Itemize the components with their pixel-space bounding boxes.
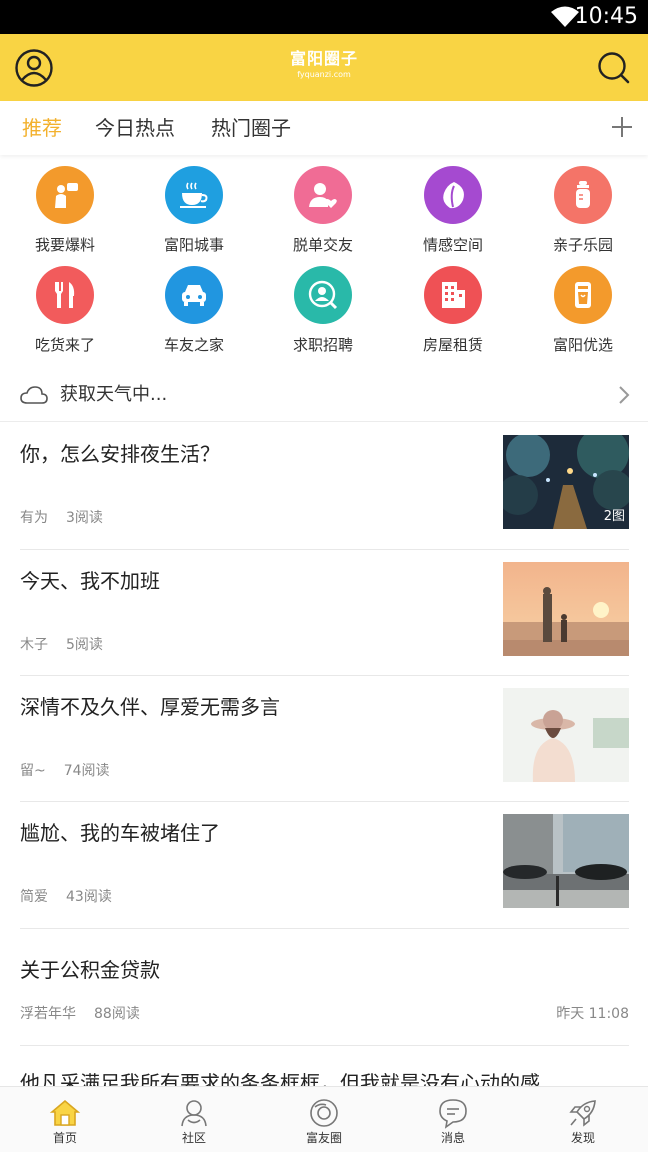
friends-circle-icon [310, 1099, 338, 1127]
category-label: 亲子乐园 [552, 236, 613, 254]
feed-title: 你，怎么安排夜生活？ [20, 442, 220, 466]
baby-bottle-icon [554, 166, 612, 224]
nav-friends-circle[interactable]: 富友圈 [259, 1087, 389, 1152]
feed-item[interactable]: 今天、我不加班 木子 5阅读 [20, 550, 629, 676]
feed-reads: 3阅读 [66, 510, 103, 526]
category-label: 我要爆料 [34, 236, 95, 254]
tab-recommend[interactable]: 推荐 [22, 114, 62, 142]
feed-meta: 简爱 43阅读 [20, 887, 112, 907]
feed-title: 尴尬、我的车被堵住了 [20, 821, 220, 845]
feed-author: 有为 [20, 510, 48, 526]
nav-label: 首页 [52, 1131, 77, 1145]
feed-item[interactable]: 深情不及久伴、厚爱无需多言 留~ 74阅读 [20, 676, 629, 802]
leaf-icon [424, 166, 482, 224]
nav-label: 社区 [181, 1131, 206, 1145]
message-icon [439, 1099, 467, 1129]
feed-meta: 浮若年华 88阅读 [20, 1004, 140, 1024]
app-logo: 富阳圈子 fyquanzi.com [274, 48, 374, 80]
category-parenting[interactable]: 亲子乐园 [518, 166, 648, 255]
weather-text: 获取天气中... [60, 384, 168, 405]
feed-title: 今天、我不加班 [20, 569, 160, 593]
feed-item[interactable]: 关于公积金贷款 浮若年华 88阅读 昨天 11:08 [20, 929, 629, 1046]
status-time: 10:45 [574, 4, 638, 29]
category-label: 富阳城事 [163, 236, 224, 254]
feed-thumbnail: 2图 [503, 435, 629, 529]
feed-thumbnail [503, 814, 629, 908]
feed-reads: 88阅读 [94, 1006, 140, 1022]
category-tabs: 推荐 今日热点 热门圈子 [0, 101, 648, 155]
nav-home[interactable]: 首页 [0, 1087, 130, 1152]
category-rental[interactable]: 房屋租赁 [388, 266, 518, 355]
bottom-nav: 首页 社区 富友圈 消息 发现 [0, 1086, 648, 1152]
category-selection[interactable]: 富阳优选 [518, 266, 648, 355]
feed-item-partial[interactable]: 他凡采满足我所有要求的条条框框，但我就是没有心动的感 [20, 1068, 640, 1086]
chevron-right-icon [619, 386, 630, 404]
nav-community[interactable]: 社区 [129, 1087, 259, 1152]
category-dating[interactable]: 脱单交友 [258, 166, 388, 255]
shopping-cup-icon [554, 266, 612, 324]
feed-thumbnail [503, 562, 629, 656]
community-icon [181, 1100, 207, 1127]
feed-meta: 有为 3阅读 [20, 508, 103, 528]
app-header: 富阳圈子 fyquanzi.com [0, 34, 648, 101]
add-tab-icon[interactable] [610, 115, 634, 139]
job-search-icon [294, 266, 352, 324]
category-label: 脱单交友 [292, 236, 353, 254]
category-label: 房屋租赁 [422, 336, 483, 354]
search-icon[interactable] [596, 48, 632, 88]
feed-reads: 43阅读 [66, 889, 112, 905]
status-bar: 10:45 [0, 0, 648, 34]
feed-title: 关于公积金贷款 [20, 958, 160, 982]
category-emotion[interactable]: 情感空间 [388, 166, 518, 255]
coffee-cup-icon [165, 166, 223, 224]
weather-bar[interactable]: 获取天气中... [0, 370, 648, 422]
category-label: 情感空间 [422, 236, 483, 254]
nav-messages[interactable]: 消息 [388, 1087, 518, 1152]
feed-reads: 5阅读 [66, 637, 103, 653]
category-label: 吃货来了 [34, 336, 95, 354]
category-report[interactable]: 我要爆料 [0, 166, 130, 255]
nav-discover[interactable]: 发现 [518, 1087, 648, 1152]
category-jobs[interactable]: 求职招聘 [258, 266, 388, 355]
feed-title: 他凡采满足我所有要求的条条框框，但我就是没有心动的感 [20, 1071, 540, 1086]
car-icon [165, 266, 223, 324]
tab-hot-circles[interactable]: 热门圈子 [211, 114, 291, 142]
logo-text: 富阳圈子 [289, 49, 358, 68]
category-label: 车友之家 [163, 336, 224, 354]
logo-url: fyquanzi.com [297, 70, 351, 79]
feed-author: 浮若年华 [20, 1006, 76, 1022]
feed-thumbnail [503, 688, 629, 782]
nav-label: 消息 [440, 1131, 465, 1145]
feed-item[interactable]: 尴尬、我的车被堵住了 简爱 43阅读 [20, 802, 629, 929]
home-icon [49, 1099, 81, 1126]
rocket-icon [569, 1100, 596, 1127]
feed-time: 昨天 11:08 [556, 1006, 629, 1022]
tab-today-hot[interactable]: 今日热点 [95, 114, 175, 142]
user-avatar-icon[interactable] [14, 48, 54, 88]
category-city-news[interactable]: 富阳城事 [129, 166, 259, 255]
category-car-club[interactable]: 车友之家 [129, 266, 259, 355]
feed-author: 简爱 [20, 889, 48, 905]
building-icon [424, 266, 482, 324]
category-label: 求职招聘 [292, 336, 353, 354]
category-label: 富阳优选 [552, 336, 613, 354]
feed-reads: 74阅读 [63, 763, 110, 779]
heart-person-icon [294, 166, 352, 224]
cloud-icon [20, 386, 48, 404]
feed-author: 留~ [20, 763, 46, 779]
feed-title: 深情不及久伴、厚爱无需多言 [20, 695, 280, 719]
feed-item[interactable]: 你，怎么安排夜生活？ 有为 3阅读 2图 [20, 423, 629, 550]
feed-meta: 木子 5阅读 [20, 635, 103, 655]
image-count-badge: 2图 [603, 509, 625, 524]
fork-knife-icon [36, 266, 94, 324]
feed-author: 木子 [20, 637, 48, 653]
feed-meta: 留~ 74阅读 [20, 761, 110, 781]
nav-label: 发现 [570, 1131, 595, 1145]
category-food[interactable]: 吃货来了 [0, 266, 130, 355]
megaphone-person-icon [36, 166, 94, 224]
nav-label: 富友圈 [305, 1131, 342, 1145]
